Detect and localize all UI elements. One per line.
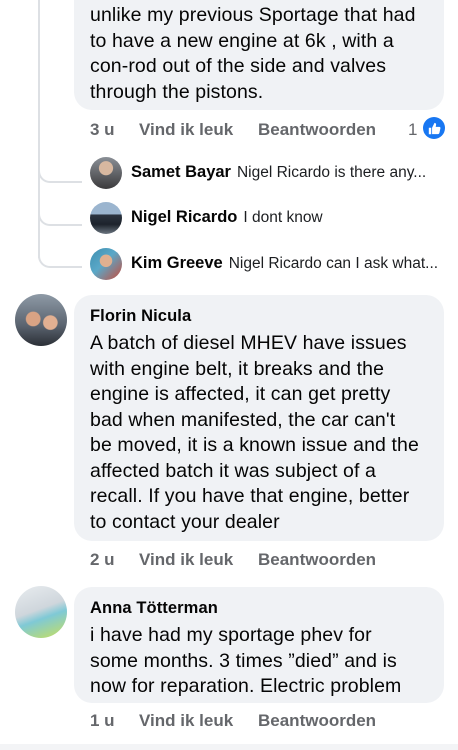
reply-author[interactable]: Samet Bayar: [131, 163, 231, 181]
like-button[interactable]: Vind ik leuk: [139, 120, 233, 140]
avatar[interactable]: [15, 586, 67, 638]
bottom-divider: [0, 744, 458, 750]
avatar[interactable]: [15, 294, 67, 346]
reply-item[interactable]: Samet Bayar Nigel Ricardo is there any...: [90, 157, 450, 189]
comment-author[interactable]: Anna Tötterman: [90, 598, 428, 618]
reply-item[interactable]: Nigel Ricardo I dont know: [90, 202, 450, 234]
thread-connector: [38, 159, 82, 183]
avatar[interactable]: [90, 202, 122, 234]
reply-preview: Nigel Ricardo is there any...: [236, 164, 427, 181]
reply-author[interactable]: Kim Greeve: [131, 254, 223, 272]
like-button[interactable]: Vind ik leuk: [139, 550, 233, 570]
like-count[interactable]: 1: [408, 120, 417, 140]
comment-time[interactable]: 3 u: [90, 120, 115, 140]
comment-actions: 2 u Vind ik leuk Beantwoorden: [90, 550, 450, 574]
avatar[interactable]: [90, 248, 122, 280]
reply-preview: Nigel Ricardo can I ask what...: [228, 255, 439, 272]
comment-time[interactable]: 2 u: [90, 550, 115, 570]
reply-button[interactable]: Beantwoorden: [258, 120, 376, 140]
like-thumb-icon[interactable]: [423, 117, 445, 139]
thread-connector: [38, 244, 82, 268]
like-button[interactable]: Vind ik leuk: [139, 711, 233, 731]
reply-preview: I dont know: [243, 209, 323, 226]
reply-item[interactable]: Kim Greeve Nigel Ricardo can I ask what..…: [90, 248, 450, 280]
comment-text: A batch of diesel MHEV have issues with …: [90, 332, 419, 533]
comment-time[interactable]: 1 u: [90, 711, 115, 731]
reply-button[interactable]: Beantwoorden: [258, 711, 376, 731]
comment-actions: 1 u Vind ik leuk Beantwoorden: [90, 711, 450, 735]
avatar[interactable]: [90, 157, 122, 189]
comment-actions: 3 u Vind ik leuk Beantwoorden: [90, 120, 450, 144]
thread-connector: [38, 202, 82, 226]
comment-text: unlike my previous Sportage that had to …: [90, 4, 416, 103]
comment-bubble: Florin Nicula A batch of diesel MHEV hav…: [74, 295, 444, 541]
reply-button[interactable]: Beantwoorden: [258, 550, 376, 570]
comment-author[interactable]: Florin Nicula: [90, 306, 428, 326]
comment-text: i have had my sportage phev for some mon…: [90, 624, 402, 697]
comment-bubble: Anna Tötterman i have had my sportage ph…: [74, 587, 444, 703]
reply-author[interactable]: Nigel Ricardo: [131, 208, 237, 226]
comment-bubble: unlike my previous Sportage that had to …: [74, 0, 444, 110]
